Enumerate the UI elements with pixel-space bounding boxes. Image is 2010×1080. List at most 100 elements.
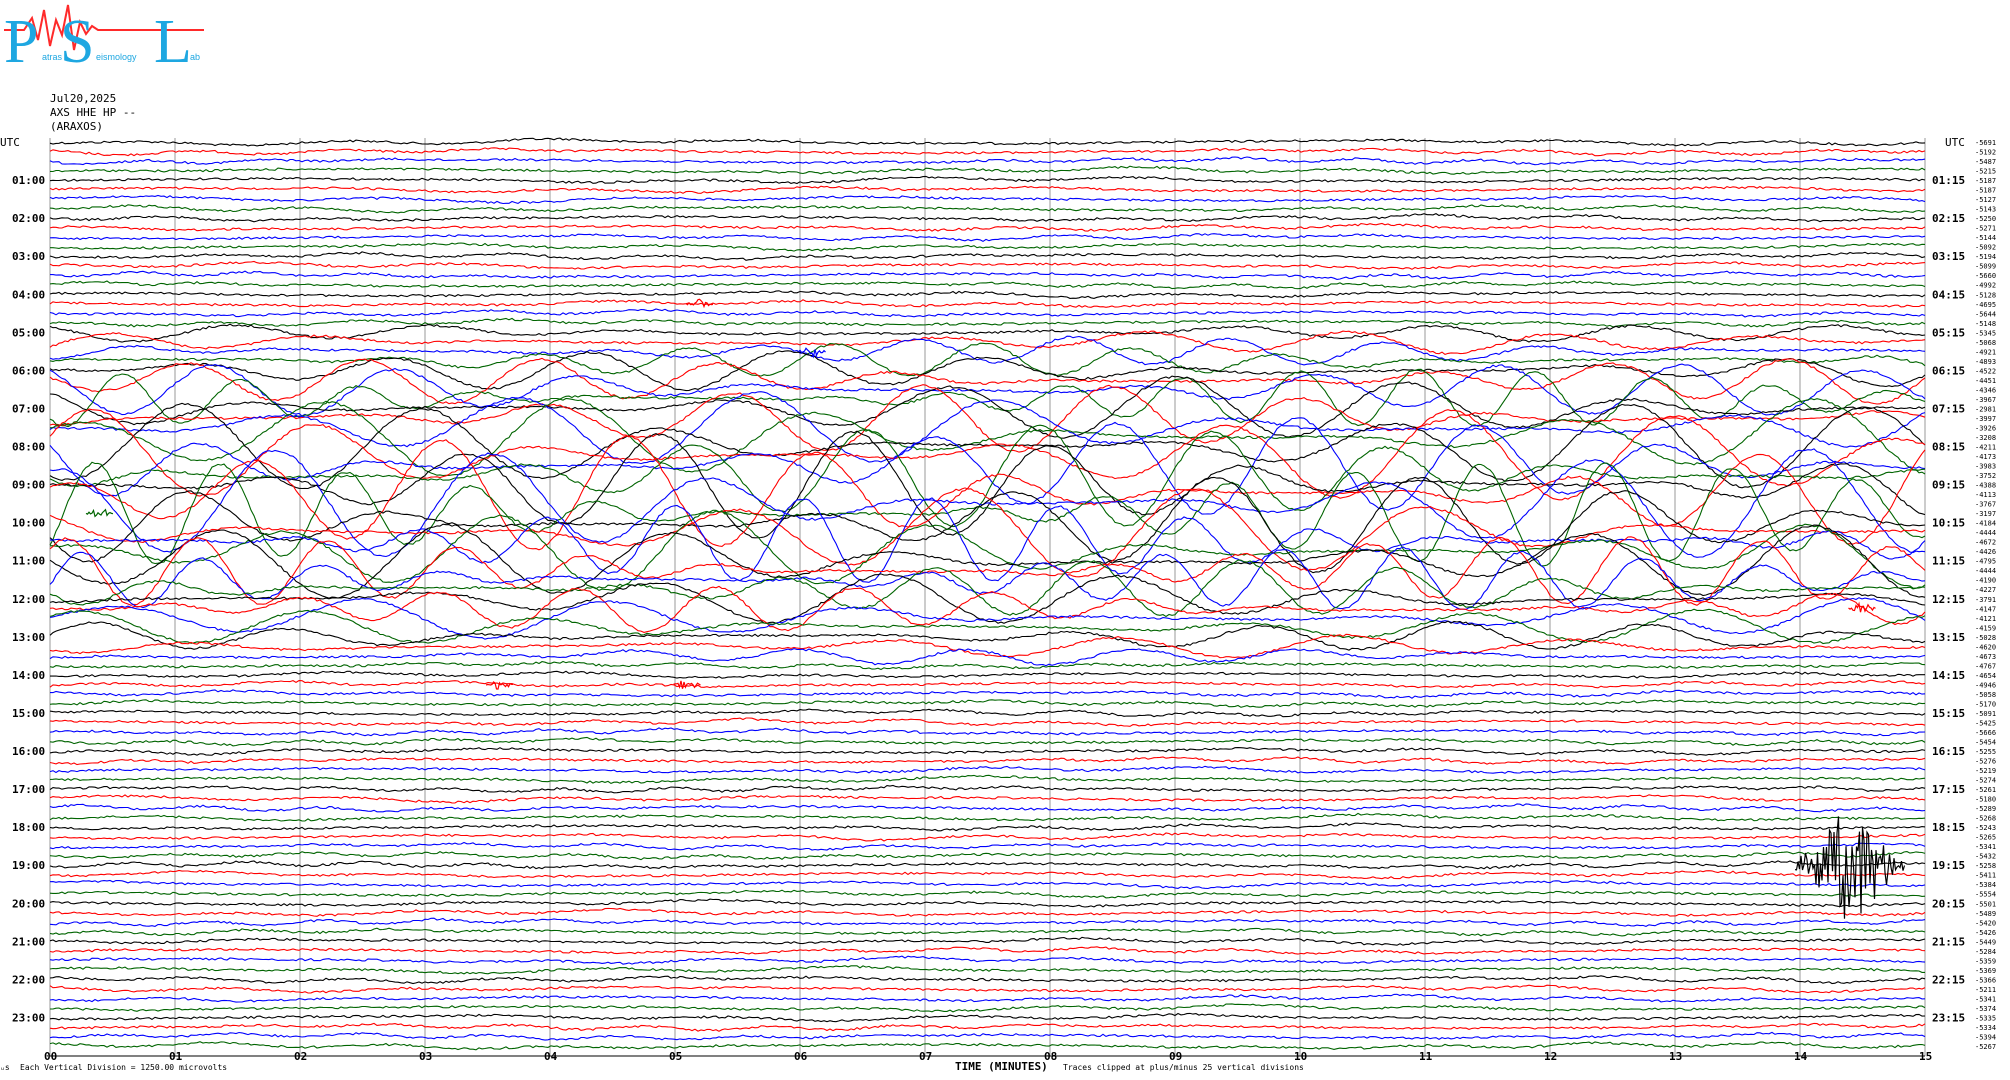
trace-51: [49, 608, 1926, 645]
offset-label-32: -4211: [1975, 444, 1996, 452]
footer-vertical-division: Each Vertical Division = 1250.00 microvo…: [20, 1063, 227, 1072]
offset-label-17: -4695: [1975, 301, 1996, 309]
offset-label-29: -3997: [1975, 415, 1996, 423]
offset-label-38: -3767: [1975, 501, 1996, 509]
left-hour-label-21: 21:00: [12, 935, 45, 948]
trace-52: [49, 620, 1926, 651]
x-tick-09: 09: [1169, 1050, 1182, 1063]
offset-label-59: -5170: [1975, 700, 1996, 708]
offset-label-44: -4795: [1975, 558, 1996, 566]
trace-10: [49, 233, 1926, 243]
trace-25: [49, 357, 1926, 405]
offset-label-60: -5091: [1975, 710, 1996, 718]
offset-label-40: -4184: [1975, 520, 1996, 528]
trace-62: [49, 727, 1926, 737]
trace-59: [49, 699, 1926, 708]
offset-label-33: -4173: [1975, 453, 1996, 461]
offset-label-47: -4227: [1975, 586, 1996, 594]
right-hour-label-21: 21:15: [1932, 935, 1965, 948]
right-hour-label-15: 15:15: [1932, 707, 1965, 720]
trace-69: [49, 794, 1926, 804]
offset-label-36: -4388: [1975, 482, 1996, 490]
x-axis-title: TIME (MINUTES): [955, 1060, 1048, 1073]
offset-label-86: -5359: [1975, 957, 1996, 965]
trace-80: [49, 898, 1926, 908]
left-hour-label-23: 23:00: [12, 1011, 45, 1024]
offset-label-88: -5366: [1975, 976, 1996, 984]
trace-73: [49, 832, 1926, 842]
offset-label-53: -4620: [1975, 643, 1996, 651]
trace-71: [49, 812, 1926, 822]
offset-label-63: -5454: [1975, 738, 1996, 746]
offset-label-77: -5411: [1975, 872, 1996, 880]
offset-label-30: -3926: [1975, 424, 1996, 432]
trace-68: [49, 784, 1926, 794]
offset-label-92: -5335: [1975, 1014, 1996, 1022]
offset-label-42: -4672: [1975, 539, 1996, 547]
offset-label-52: -5028: [1975, 634, 1996, 642]
offset-label-27: -3967: [1975, 396, 1996, 404]
offset-label-28: -2981: [1975, 405, 1996, 413]
offset-label-50: -4121: [1975, 615, 1996, 623]
right-hour-label-17: 17:15: [1932, 783, 1965, 796]
offset-label-39: -3197: [1975, 510, 1996, 518]
trace-83: [49, 927, 1926, 937]
offset-label-62: -5666: [1975, 729, 1996, 737]
trace-92: [49, 1012, 1926, 1023]
x-tick-07: 07: [919, 1050, 932, 1063]
trace-60: [49, 708, 1926, 718]
right-hour-label-14: 14:15: [1932, 669, 1965, 682]
offset-label-34: -3983: [1975, 463, 1996, 471]
right-hour-label-2: 02:15: [1932, 212, 1965, 225]
event-5: [673, 680, 701, 690]
offset-label-18: -5644: [1975, 310, 1996, 318]
x-tick-13: 13: [1669, 1050, 1682, 1063]
right-hour-label-1: 01:15: [1932, 174, 1965, 187]
offset-label-3: -5215: [1975, 168, 1996, 176]
x-tick-00: 00: [44, 1050, 57, 1063]
right-hour-label-9: 09:15: [1932, 479, 1965, 492]
offset-label-43: -4426: [1975, 548, 1996, 556]
offset-label-13: -5099: [1975, 263, 1996, 271]
offset-label-83: -5426: [1975, 929, 1996, 937]
left-hour-label-18: 18:00: [12, 821, 45, 834]
offset-label-22: -4921: [1975, 348, 1996, 356]
footer-clipping-note: Traces clipped at plus/minus 25 vertical…: [1063, 1063, 1304, 1072]
offset-label-58: -5058: [1975, 691, 1996, 699]
trace-66: [49, 765, 1926, 774]
left-hour-label-19: 19:00: [12, 859, 45, 872]
trace-76: [49, 860, 1926, 870]
right-hour-label-22: 22:15: [1932, 973, 1965, 986]
right-hour-label-6: 06:15: [1932, 364, 1965, 377]
offset-label-11: -5092: [1975, 244, 1996, 252]
x-tick-05: 05: [669, 1050, 682, 1063]
offset-label-65: -5276: [1975, 758, 1996, 766]
offset-label-75: -5432: [1975, 853, 1996, 861]
offset-label-85: -5284: [1975, 948, 1996, 956]
offset-label-54: -4673: [1975, 653, 1996, 661]
left-hour-label-12: 12:00: [12, 593, 45, 606]
left-hour-label-6: 06:00: [12, 364, 45, 377]
trace-19: [49, 317, 1926, 328]
x-tick-12: 12: [1544, 1050, 1557, 1063]
event-2: [85, 508, 114, 518]
offset-label-80: -5501: [1975, 900, 1996, 908]
right-hour-label-11: 11:15: [1932, 555, 1965, 568]
right-hour-label-10: 10:15: [1932, 517, 1965, 530]
left-hour-label-3: 03:00: [12, 250, 45, 263]
trace-22: [49, 335, 1926, 366]
offset-label-78: -5384: [1975, 881, 1996, 889]
offset-label-79: -5554: [1975, 891, 1996, 899]
trace-75: [49, 850, 1926, 861]
offset-label-49: -4147: [1975, 605, 1996, 613]
offset-label-26: -4346: [1975, 386, 1996, 394]
trace-8: [49, 212, 1926, 223]
trace-46: [49, 546, 1926, 610]
x-tick-10: 10: [1294, 1050, 1307, 1063]
trace-16: [49, 290, 1926, 299]
left-hour-label-20: 20:00: [12, 897, 45, 910]
trace-54: [49, 648, 1926, 667]
trace-15: [49, 280, 1926, 290]
right-hour-label-3: 03:15: [1932, 250, 1965, 263]
offset-label-93: -5334: [1975, 1024, 1996, 1032]
